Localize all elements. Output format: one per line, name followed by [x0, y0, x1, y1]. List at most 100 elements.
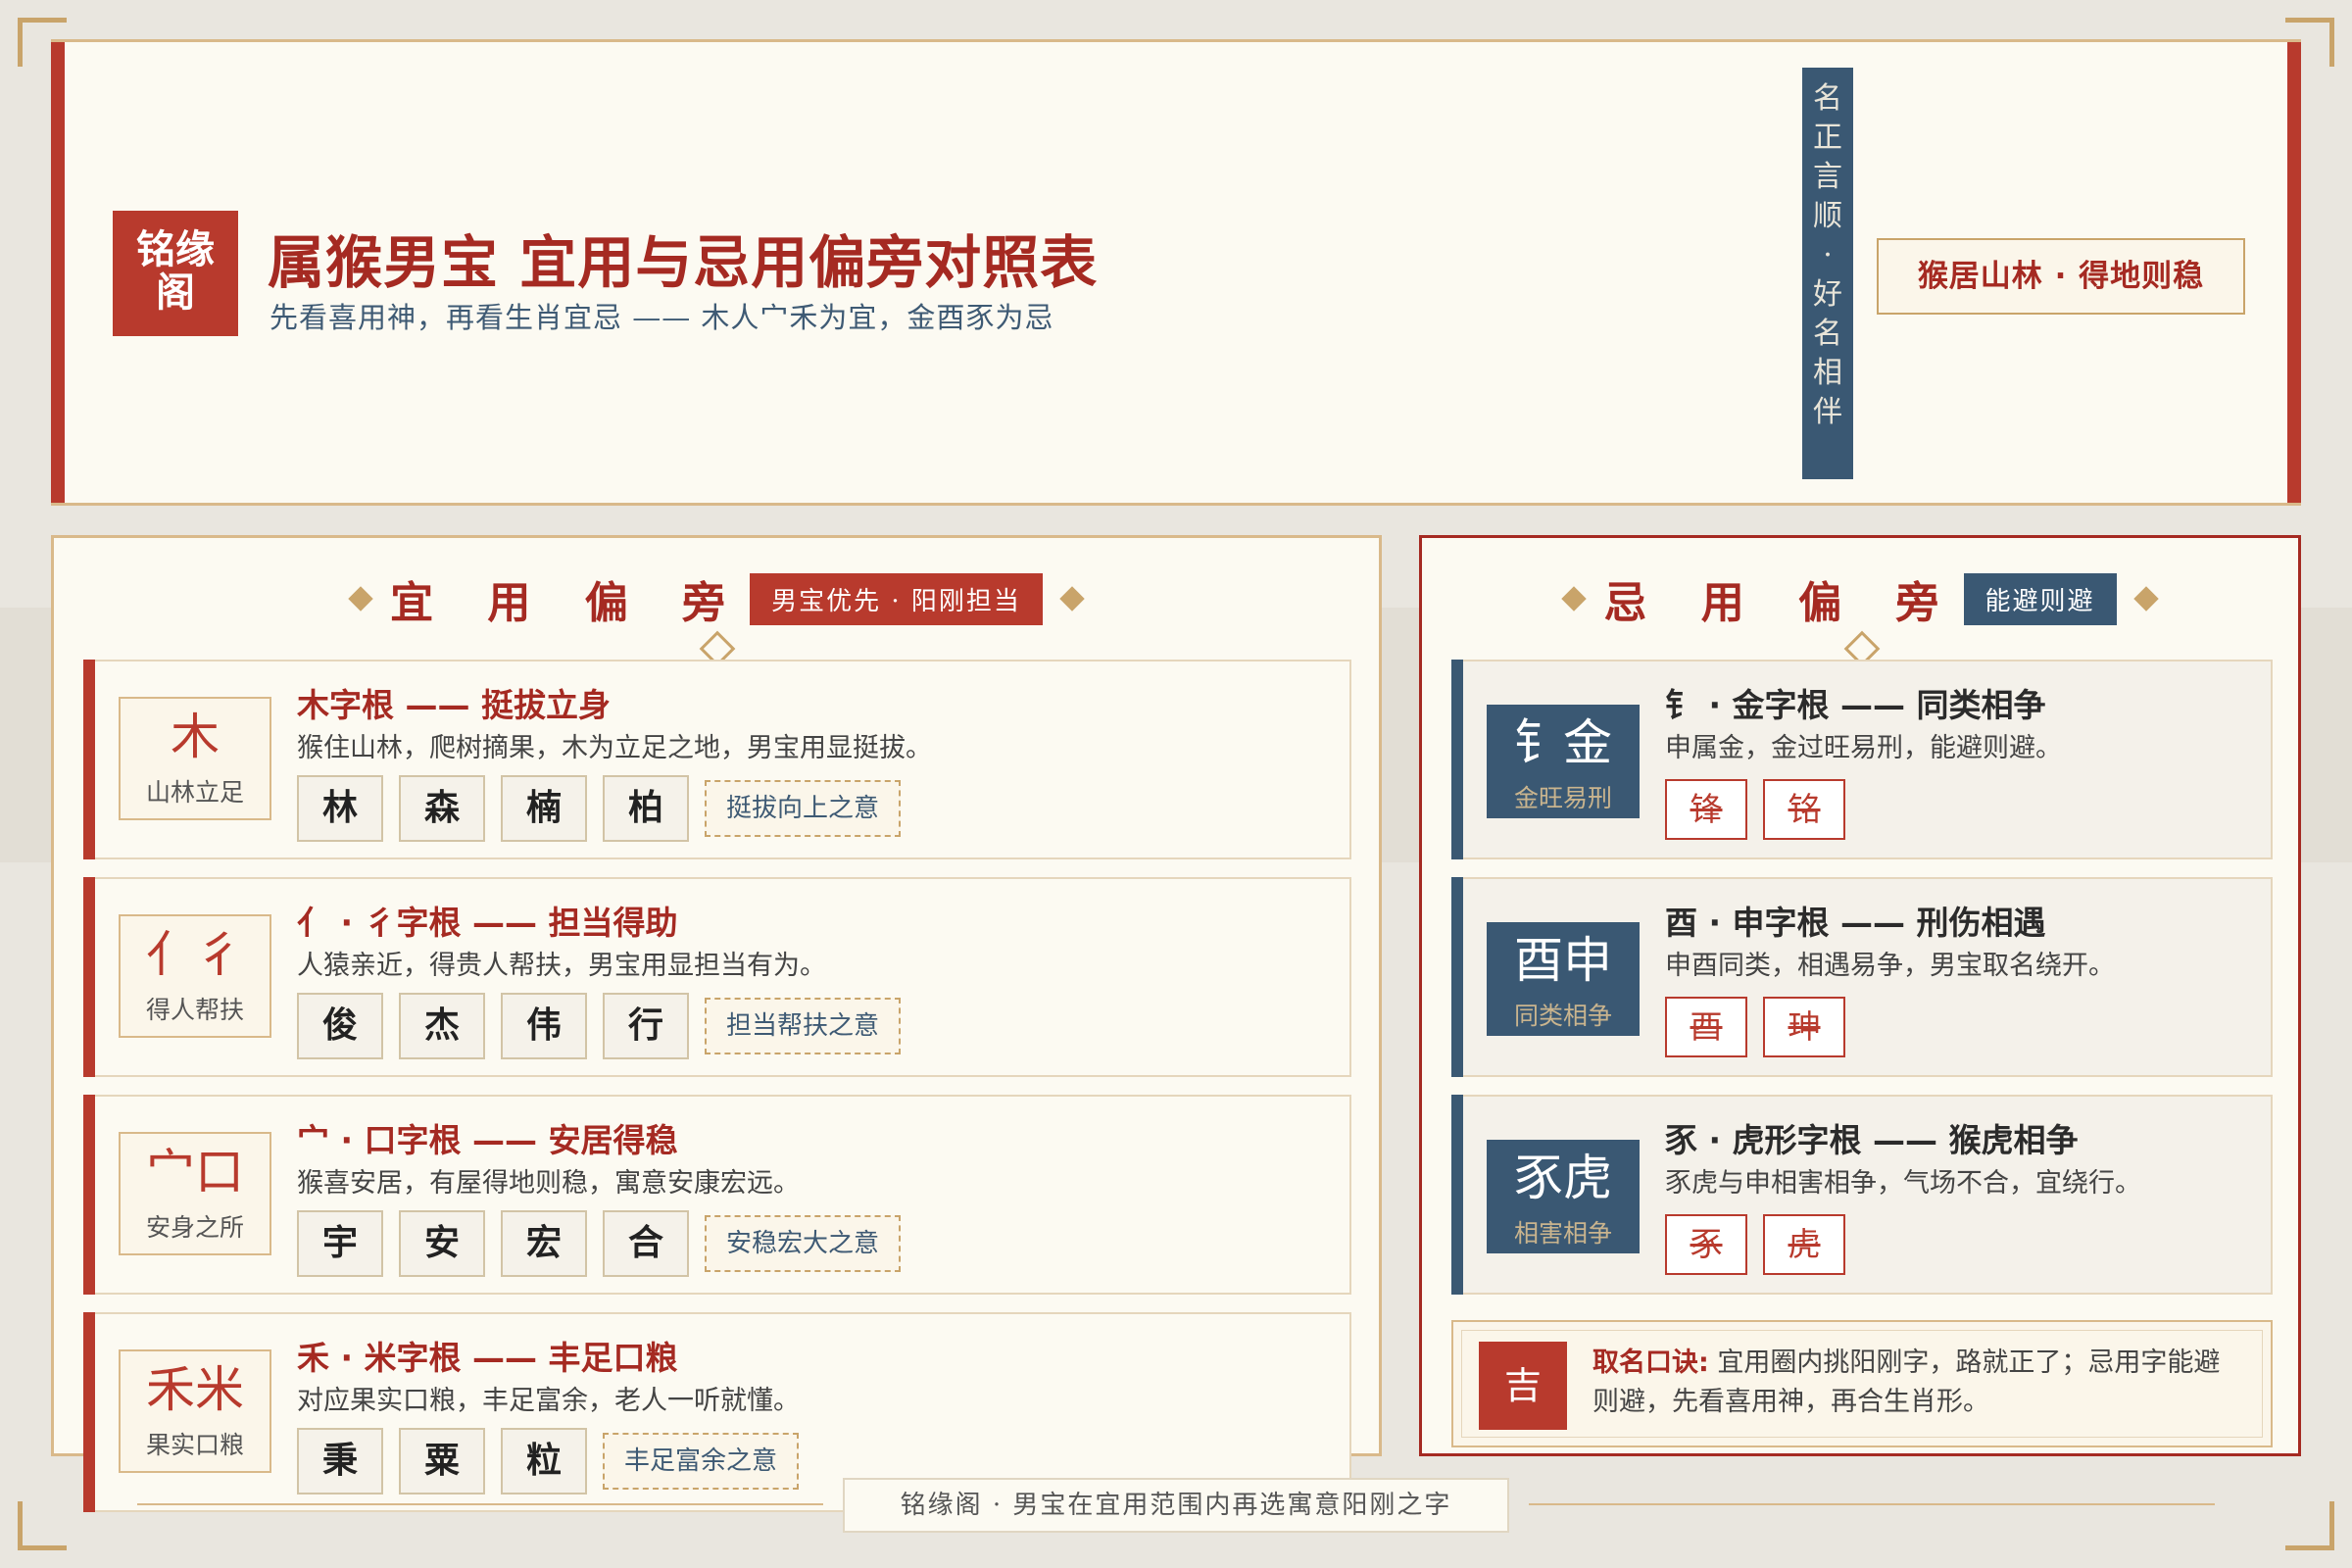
good-panel-header: 宜 用 偏 旁 男宝优先 · 阳刚担当 [54, 567, 1379, 628]
example-char: 楠 [501, 775, 587, 842]
radical-desc: 得人帮扶 [145, 996, 244, 1024]
logo-line-1: 铭缘 [136, 227, 215, 272]
card-desc: 豕虎与申相害相争，气场不合，宜绕行。 [1665, 1168, 2141, 1199]
banner-char: 相 [1813, 356, 1842, 390]
bad-card: 豕虎 相害相争豕 · 虎形字根 —— 猴虎相争 豕虎与申相害相争，气场不合，宜绕行。… [1451, 1095, 2273, 1295]
radical-box: 亻彳 得人帮扶 [119, 914, 271, 1038]
card-desc: 人猿亲近，得贵人帮扶，男宝用显担当有为。 [297, 951, 826, 981]
header-left-bar [51, 42, 65, 503]
example-char: 柏 [603, 775, 689, 842]
good-panel-tag: 男宝优先 · 阳刚担当 [750, 572, 1043, 625]
example-char: 宏 [501, 1210, 587, 1277]
avoid-char: 虎 [1763, 1214, 1845, 1275]
meaning-tag: 挺拔向上之意 [705, 780, 902, 837]
meaning-tag: 安稳宏大之意 [705, 1215, 902, 1272]
card-title: 酉 · 申字根 —— 刑伤相遇 [1665, 904, 2046, 942]
radical-box: 豕虎 相害相争 [1487, 1140, 1640, 1253]
naming-formula-box: 吉 取名口诀: 宜用圈内挑阳刚字，路就正了；忌用字能避则避，先看喜用神，再合生肖… [1451, 1320, 2273, 1447]
banner-char: 顺 [1813, 199, 1842, 233]
card-desc: 猴喜安居，有屋得地则稳，寓意安康宏远。 [297, 1168, 800, 1199]
example-chars: 俊杰伟行担当帮扶之意 [297, 993, 902, 1059]
logo-line-2: 阁 [156, 270, 195, 316]
radical-box: 酉申 同类相争 [1487, 922, 1640, 1036]
formula-text: 取名口诀: 宜用圈内挑阳刚字，路就正了；忌用字能避则避，先看喜用神，再合生肖形。 [1592, 1344, 2241, 1422]
radical-glyph: 酉申 [1514, 932, 1612, 989]
banner-char: · [1823, 238, 1833, 272]
banner-char: 名 [1813, 317, 1842, 351]
corner-ornament [2285, 1501, 2334, 1550]
meaning-tag: 担当帮扶之意 [705, 998, 902, 1054]
card-title: 宀 · 口字根 —— 安居得稳 [297, 1121, 678, 1159]
example-char: 秉 [297, 1428, 383, 1494]
page-subtitle: 先看喜用神，再看生肖宜忌 —— 木人宀禾为宜，金酉豕为忌 [270, 301, 1054, 334]
avoid-chars: 豕虎 [1665, 1214, 1861, 1275]
card-desc: 申酉同类，相遇易争，男宝取名绕开。 [1665, 951, 2115, 981]
bad-panel-header: 忌 用 偏 旁 能避则避 [1422, 567, 2298, 628]
footer-rule-right [1529, 1503, 2215, 1505]
bad-radicals-panel: 忌 用 偏 旁 能避则避 钅金 金旺易刑钅 · 金字根 —— 同类相争申属金，金过… [1419, 535, 2301, 1456]
good-card: 木山林立足 木字根 —— 挺拔立身 猴住山林，爬树摘果，木为立足之地，男宝用显挺拔。… [83, 660, 1351, 859]
example-chars: 宇安宏合安稳宏大之意 [297, 1210, 902, 1277]
radical-desc: 安身之所 [145, 1213, 244, 1242]
banner-char: 正 [1813, 121, 1842, 155]
avoid-char: 酉 [1665, 997, 1747, 1057]
avoid-chars: 酉珅 [1665, 997, 1861, 1057]
page-title: 属猴男宝 宜用与忌用偏旁对照表 [268, 229, 1099, 296]
diamond-icon [2132, 586, 2159, 612]
diamond-icon [1059, 586, 1085, 612]
motto-box: 猴居山林 · 得地则稳 [1877, 238, 2245, 315]
example-char: 森 [399, 775, 485, 842]
card-title: 亻 · 彳字根 —— 担当得助 [297, 904, 678, 942]
radical-box: 钅金 金旺易刑 [1487, 705, 1640, 818]
auspicious-badge: 吉 [1479, 1342, 1567, 1430]
good-panel-title: 宜 用 偏 旁 [390, 578, 746, 628]
radical-glyph: 木 [171, 709, 220, 765]
example-char: 粟 [399, 1428, 485, 1494]
radical-desc: 山林立足 [145, 778, 244, 807]
footer-note: 铭缘阁 · 男宝在宜用范围内再选寓意阳刚之字 [843, 1478, 1509, 1533]
header-banner: 铭缘 阁 属猴男宝 宜用与忌用偏旁对照表 先看喜用神，再看生肖宜忌 —— 木人宀… [51, 39, 2301, 506]
radical-glyph: 豕虎 [1514, 1150, 1612, 1206]
radical-glyph: 禾米 [146, 1361, 244, 1418]
good-card: 宀口 安身之所宀 · 口字根 —— 安居得稳 猴喜安居，有屋得地则稳，寓意安康宏远。… [83, 1095, 1351, 1295]
card-title: 木字根 —— 挺拔立身 [297, 686, 611, 724]
diamond-icon [348, 586, 373, 612]
example-char: 安 [399, 1210, 485, 1277]
brand-logo: 铭缘 阁 [113, 211, 238, 336]
good-radicals-panel: 宜 用 偏 旁 男宝优先 · 阳刚担当 木山林立足 木字根 —— 挺拔立身 猴住山林… [51, 535, 1382, 1512]
example-char: 宇 [297, 1210, 383, 1277]
radical-box: 禾米 果实口粮 [119, 1349, 271, 1473]
good-card: 亻彳 得人帮扶亻 · 彳字根 —— 担当得助 人猿亲近，得贵人帮扶，男宝用显担当有为… [83, 877, 1351, 1077]
radical-desc: 相害相争 [1513, 1219, 1612, 1248]
example-char: 俊 [297, 993, 383, 1059]
avoid-chars: 锋铭 [1665, 779, 1861, 840]
formula-label: 取名口诀: [1592, 1348, 1709, 1378]
radical-box: 宀口 安身之所 [119, 1132, 271, 1255]
meaning-tag: 丰足富余之意 [603, 1433, 800, 1490]
avoid-char: 铭 [1763, 779, 1845, 840]
corner-ornament [18, 1501, 67, 1550]
example-chars: 秉粟粒丰足富余之意 [297, 1428, 800, 1494]
diamond-icon [1561, 586, 1588, 612]
example-char: 杰 [399, 993, 485, 1059]
example-char: 林 [297, 775, 383, 842]
card-title: 豕 · 虎形字根 —— 猴虎相争 [1665, 1121, 2079, 1159]
example-chars: 林森楠柏挺拔向上之意 [297, 775, 902, 842]
avoid-char: 珅 [1763, 997, 1845, 1057]
card-desc: 申属金，金过旺易刑，能避则避。 [1665, 733, 2062, 763]
radical-glyph: 宀口 [146, 1144, 244, 1200]
banner-char: 名 [1813, 81, 1842, 116]
header-right-bar [2287, 42, 2301, 503]
banner-char: 好 [1813, 277, 1842, 312]
example-char: 合 [603, 1210, 689, 1277]
example-char: 伟 [501, 993, 587, 1059]
radical-box: 木山林立足 [119, 697, 271, 820]
banner-char: 言 [1813, 160, 1842, 194]
radical-desc: 果实口粮 [145, 1431, 244, 1459]
example-char: 行 [603, 993, 689, 1059]
card-title: 钅 · 金字根 —— 同类相争 [1665, 686, 2046, 724]
radical-glyph: 亻彳 [146, 926, 244, 983]
bad-card: 酉申 同类相争酉 · 申字根 —— 刑伤相遇申酉同类，相遇易争，男宝取名绕开。酉珅 [1451, 877, 2273, 1077]
footer-rule-left [137, 1503, 823, 1505]
avoid-char: 锋 [1665, 779, 1747, 840]
